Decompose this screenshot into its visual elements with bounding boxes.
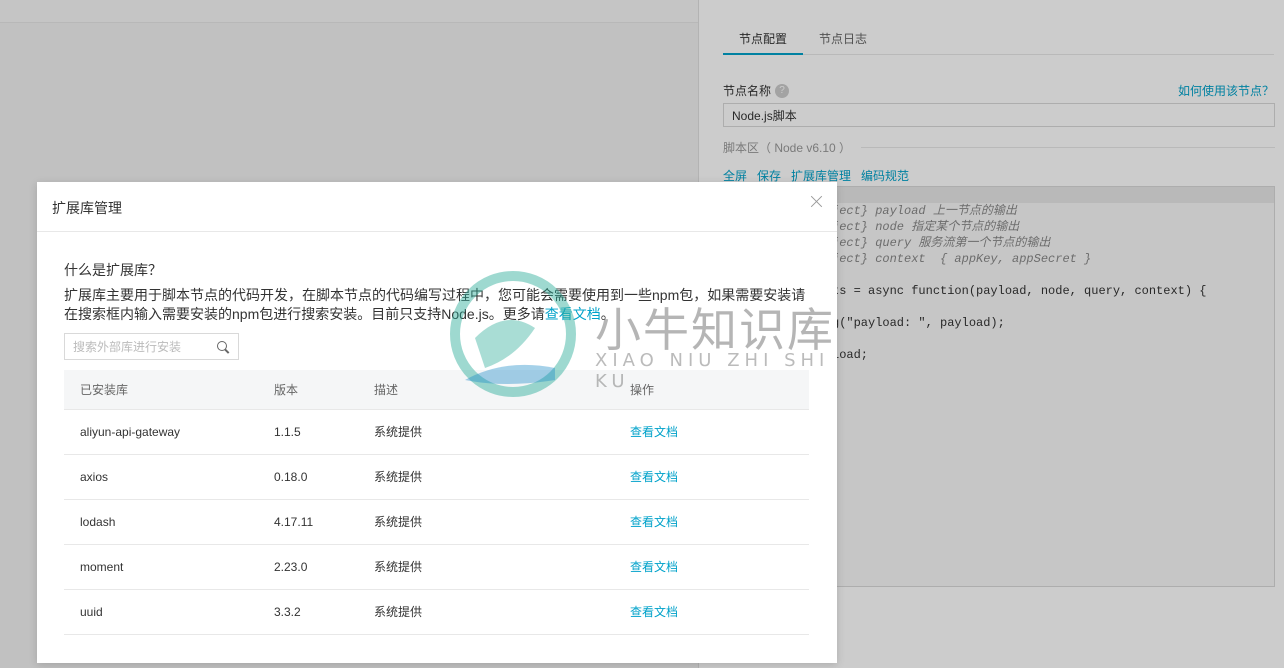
- lib-version: 4.17.11: [274, 499, 374, 545]
- lib-desc: 系统提供: [374, 499, 630, 545]
- lib-name: axios: [64, 454, 274, 500]
- lib-desc: 系统提供: [374, 409, 630, 455]
- lib-desc: 系统提供: [374, 544, 630, 590]
- extension-library-modal: 扩展库管理 什么是扩展库？ 扩展库主要用于脚本节点的代码开发，在脚本节点的代码编…: [37, 182, 837, 663]
- intro-end: 。: [600, 306, 615, 322]
- intro-text: 扩展库主要用于脚本节点的代码开发，在脚本节点的代码编写过程中，您可能会需要使用到…: [64, 286, 812, 324]
- header-description: 描述: [374, 370, 630, 410]
- library-search-input[interactable]: [73, 339, 216, 354]
- close-icon[interactable]: [809, 194, 825, 210]
- header-version: 版本: [274, 370, 374, 410]
- search-icon[interactable]: [216, 340, 230, 354]
- view-docs-link[interactable]: 查看文档: [630, 470, 678, 484]
- table-row: moment 2.23.0 系统提供 查看文档: [64, 544, 809, 590]
- lib-version: 3.3.2: [274, 589, 374, 635]
- table-row: lodash 4.17.11 系统提供 查看文档: [64, 499, 809, 545]
- lib-name: uuid: [64, 589, 274, 635]
- view-docs-link[interactable]: 查看文档: [630, 515, 678, 529]
- lib-desc: 系统提供: [374, 454, 630, 500]
- lib-name: aliyun-api-gateway: [64, 409, 274, 455]
- header-action: 操作: [630, 370, 809, 410]
- view-docs-link[interactable]: 查看文档: [630, 560, 678, 574]
- lib-version: 2.23.0: [274, 544, 374, 590]
- view-docs-link[interactable]: 查看文档: [630, 425, 678, 439]
- table-row: uuid 3.3.2 系统提供 查看文档: [64, 589, 809, 635]
- table-row: axios 0.18.0 系统提供 查看文档: [64, 454, 809, 500]
- intro-body: 扩展库主要用于脚本节点的代码开发，在脚本节点的代码编写过程中，您可能会需要使用到…: [64, 287, 806, 322]
- lib-version: 1.1.5: [274, 409, 374, 455]
- header-installed-lib: 已安装库: [64, 370, 274, 410]
- view-docs-link[interactable]: 查看文档: [630, 605, 678, 619]
- modal-header: 扩展库管理: [37, 182, 837, 232]
- lib-name: moment: [64, 544, 274, 590]
- installed-libraries-table: 已安装库 版本 描述 操作 aliyun-api-gateway 1.1.5 系…: [64, 370, 809, 635]
- lib-version: 0.18.0: [274, 454, 374, 500]
- table-header-row: 已安装库 版本 描述 操作: [64, 370, 809, 410]
- modal-title: 扩展库管理: [52, 200, 122, 216]
- library-search: [64, 333, 239, 360]
- intro-title: 什么是扩展库？: [64, 262, 162, 278]
- lib-desc: 系统提供: [374, 589, 630, 635]
- lib-name: lodash: [64, 499, 274, 545]
- table-row: aliyun-api-gateway 1.1.5 系统提供 查看文档: [64, 409, 809, 455]
- view-docs-link[interactable]: 查看文档: [545, 306, 601, 322]
